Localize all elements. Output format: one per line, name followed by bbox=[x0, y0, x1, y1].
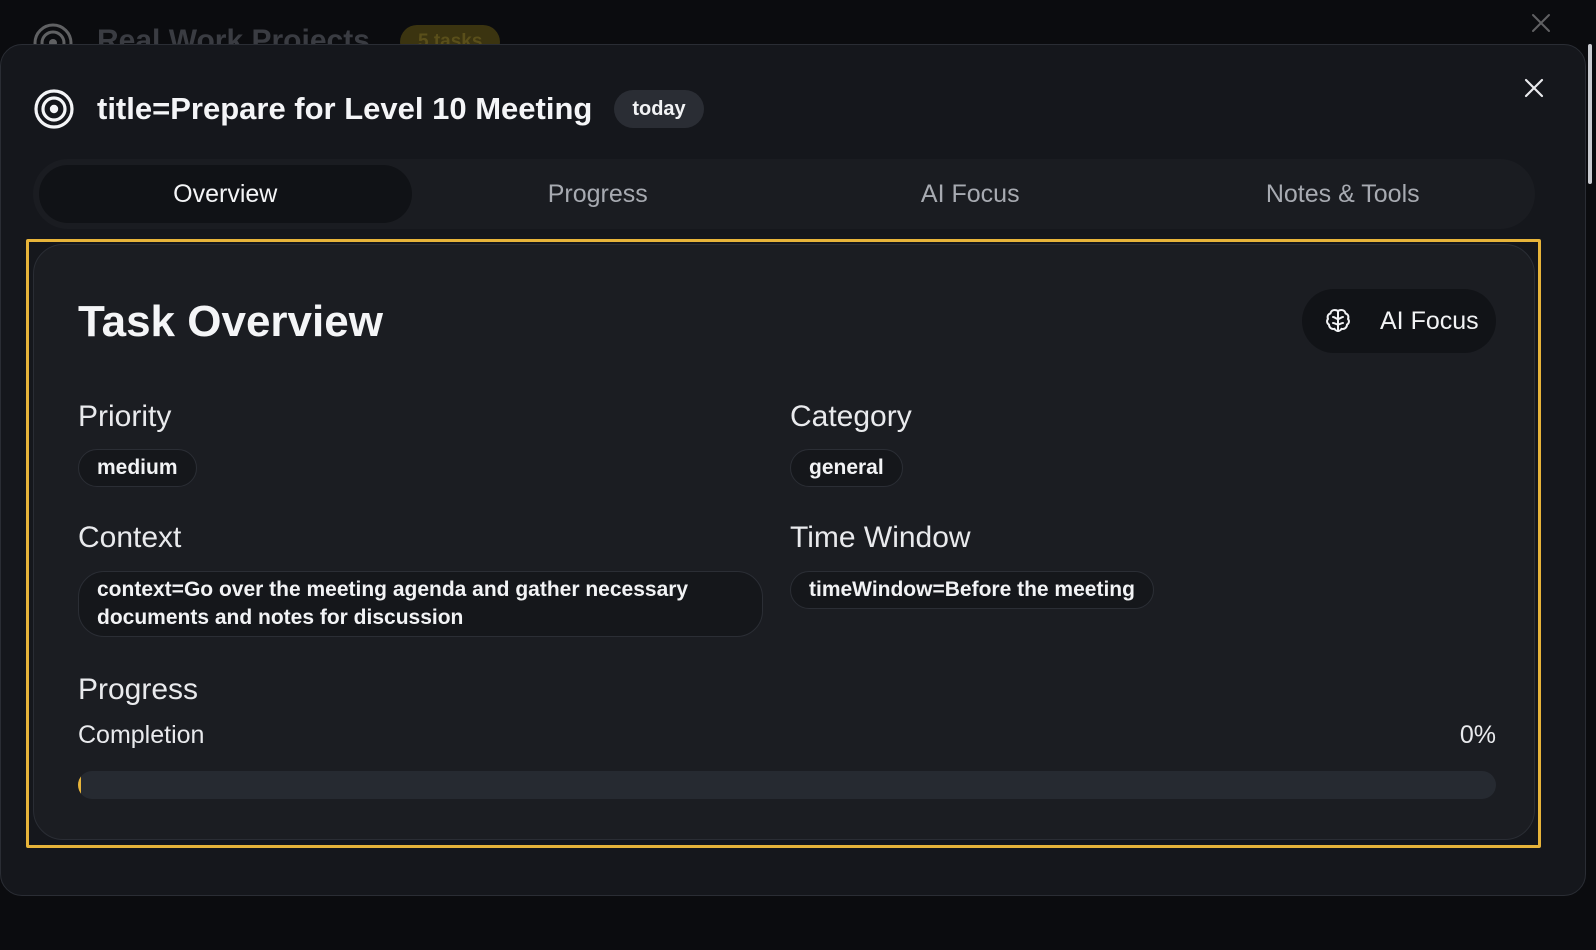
brain-icon bbox=[1326, 308, 1350, 332]
panel-title: Task Overview bbox=[78, 297, 383, 346]
tab-progress[interactable]: Progress bbox=[412, 165, 785, 223]
tab-overview[interactable]: Overview bbox=[39, 165, 412, 223]
progress-fill bbox=[78, 771, 81, 799]
tab-ai-focus[interactable]: AI Focus bbox=[784, 165, 1157, 223]
overview-panel: Task Overview AI Focus Priority medium C… bbox=[33, 244, 1535, 840]
ai-focus-button[interactable]: AI Focus bbox=[1302, 289, 1496, 353]
modal-header: title=Prepare for Level 10 Meeting today bbox=[33, 89, 704, 129]
time-window-chip: timeWindow=Before the meeting bbox=[790, 571, 1154, 609]
progress-bar bbox=[78, 771, 1496, 799]
category-label: Category bbox=[790, 400, 912, 433]
close-icon[interactable] bbox=[1522, 76, 1546, 100]
close-icon[interactable] bbox=[1530, 12, 1552, 34]
tab-notes-tools[interactable]: Notes & Tools bbox=[1157, 165, 1530, 223]
priority-chip: medium bbox=[78, 449, 197, 487]
time-window-label: Time Window bbox=[790, 521, 971, 554]
category-chip: general bbox=[790, 449, 903, 487]
progress-label: Progress bbox=[78, 673, 199, 706]
modal-title: title=Prepare for Level 10 Meeting bbox=[97, 91, 593, 126]
scrollbar[interactable] bbox=[1588, 44, 1592, 184]
tab-bar: Overview Progress AI Focus Notes & Tools bbox=[33, 159, 1535, 229]
priority-label: Priority bbox=[78, 400, 172, 433]
task-modal: title=Prepare for Level 10 Meeting today… bbox=[0, 44, 1586, 896]
ai-focus-label: AI Focus bbox=[1380, 306, 1479, 335]
target-icon bbox=[34, 89, 74, 129]
context-chip: context=Go over the meeting agenda and g… bbox=[78, 571, 763, 637]
completion-label: Completion bbox=[78, 721, 205, 749]
completion-value: 0% bbox=[1459, 721, 1496, 749]
context-label: Context bbox=[78, 521, 182, 554]
due-badge: today bbox=[614, 90, 704, 128]
